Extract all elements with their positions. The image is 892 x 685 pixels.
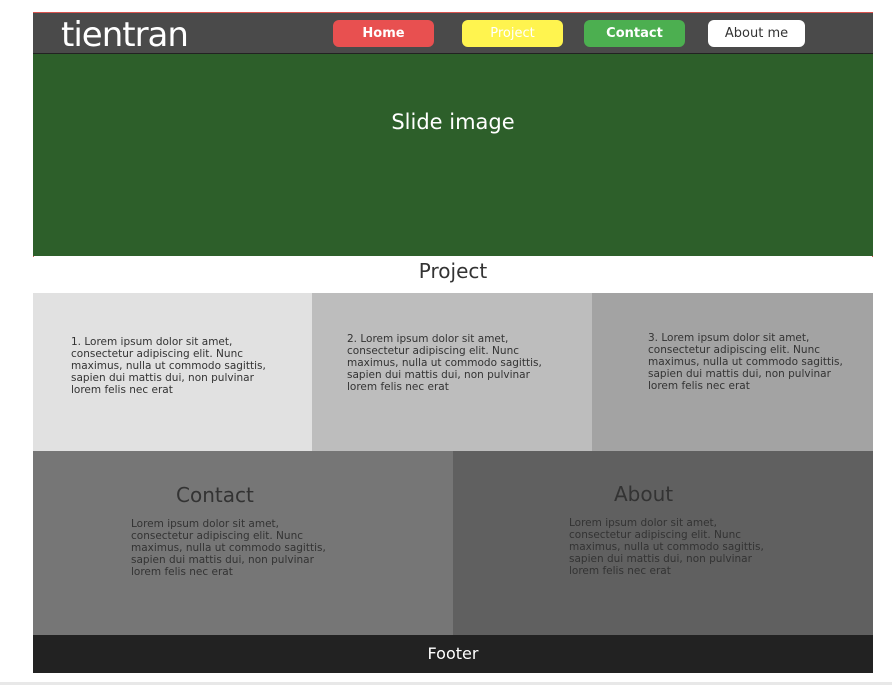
project-section-title: Project — [33, 257, 873, 293]
nav-home-button[interactable]: Home — [333, 20, 434, 47]
contact-text: Lorem ipsum dolor sit amet, consectetur … — [131, 518, 326, 578]
project-card-1: 1. Lorem ipsum dolor sit amet, consectet… — [33, 293, 312, 451]
contact-section: Contact Lorem ipsum dolor sit amet, cons… — [33, 451, 453, 635]
site-header: tientran Home Project Contact About me — [33, 13, 873, 55]
nav-project-button[interactable]: Project — [462, 20, 563, 47]
site-footer: Footer — [33, 635, 873, 673]
project-card-2: 2. Lorem ipsum dolor sit amet, consectet… — [312, 293, 592, 451]
project-card-text: 2. Lorem ipsum dolor sit amet, consectet… — [347, 333, 542, 393]
project-card-text: 1. Lorem ipsum dolor sit amet, consectet… — [71, 336, 266, 396]
about-title: About — [614, 482, 674, 506]
slide-image-label: Slide image — [391, 110, 515, 134]
slide-image-banner: Slide image — [33, 54, 873, 256]
project-card-text: 3. Lorem ipsum dolor sit amet, consectet… — [648, 332, 843, 392]
nav-about-button[interactable]: About me — [708, 20, 805, 47]
project-card-3: 3. Lorem ipsum dolor sit amet, consectet… — [592, 293, 873, 451]
nav-contact-button[interactable]: Contact — [584, 20, 685, 47]
about-section: About Lorem ipsum dolor sit amet, consec… — [453, 451, 873, 635]
site-logo[interactable]: tientran — [61, 15, 189, 55]
contact-title: Contact — [176, 483, 254, 507]
about-text: Lorem ipsum dolor sit amet, consectetur … — [569, 517, 764, 577]
